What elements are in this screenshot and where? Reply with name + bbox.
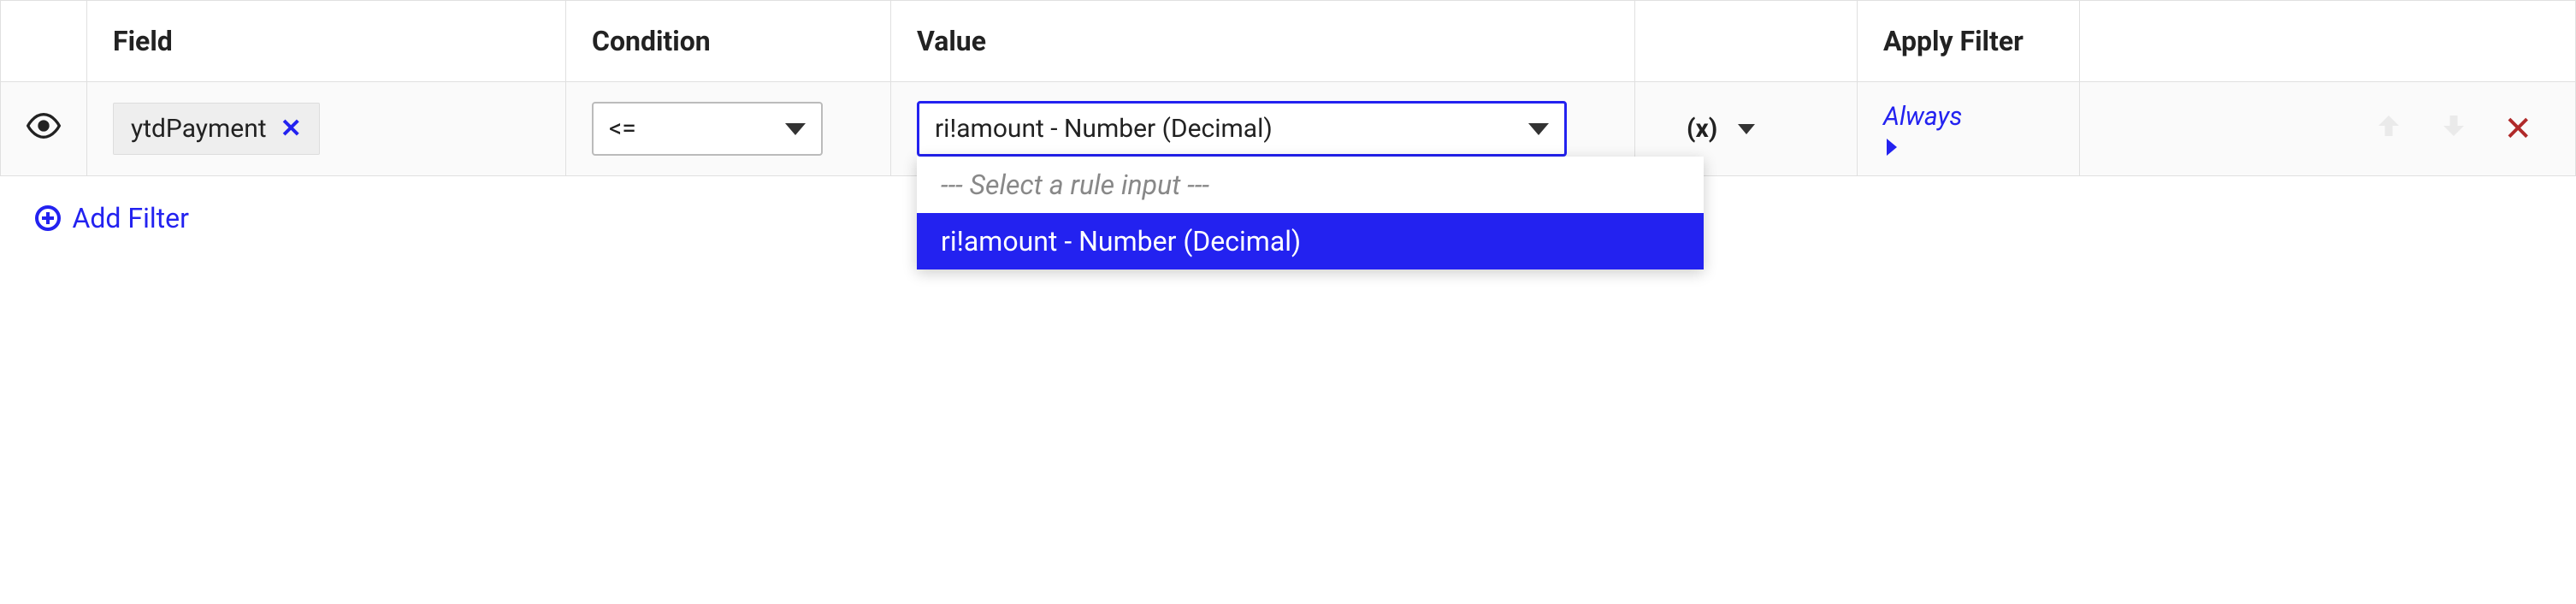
value-cell: ri!amount - Number (Decimal) --- Select … xyxy=(891,82,1635,176)
header-apply-filter: Apply Filter xyxy=(1858,1,2080,82)
header-condition: Condition xyxy=(566,1,891,82)
apply-filter-label: Always xyxy=(1883,102,2053,132)
add-filter-button[interactable]: Add Filter xyxy=(35,202,189,234)
expression-label: (x) xyxy=(1687,114,1717,144)
move-up-icon[interactable] xyxy=(2373,110,2404,147)
field-chip[interactable]: ytdPayment ✕ xyxy=(113,103,320,155)
value-dropdown: --- Select a rule input --- ri!amount - … xyxy=(917,157,1704,269)
expression-toggle[interactable]: (x) xyxy=(1687,114,1755,144)
visibility-cell xyxy=(1,82,87,176)
plus-circle-icon xyxy=(35,205,61,231)
header-row: Field Condition Value Apply Filter xyxy=(1,1,2576,82)
chevron-down-icon xyxy=(1738,124,1755,134)
add-filter-label: Add Filter xyxy=(73,202,189,234)
filter-row: ytdPayment ✕ <= ri!amount - Number (Deci… xyxy=(1,82,2576,176)
field-chip-remove-icon[interactable]: ✕ xyxy=(281,114,302,144)
value-select[interactable]: ri!amount - Number (Decimal) xyxy=(917,101,1567,157)
condition-select[interactable]: <= xyxy=(592,102,823,156)
value-selected: ri!amount - Number (Decimal) xyxy=(935,114,1273,144)
condition-value: <= xyxy=(609,114,636,144)
condition-cell: <= xyxy=(566,82,891,176)
actions-cell: ✕ xyxy=(2080,82,2576,176)
caret-right-icon xyxy=(1887,139,1897,156)
header-actions xyxy=(2080,1,2576,82)
dropdown-placeholder[interactable]: --- Select a rule input --- xyxy=(917,157,1704,213)
field-cell: ytdPayment ✕ xyxy=(87,82,566,176)
dropdown-option[interactable]: ri!amount - Number (Decimal) xyxy=(917,213,1704,269)
visibility-icon[interactable] xyxy=(27,109,61,143)
move-down-icon[interactable] xyxy=(2438,110,2469,147)
header-value: Value xyxy=(891,1,1635,82)
chevron-down-icon xyxy=(1528,123,1549,135)
apply-filter-cell: Always xyxy=(1858,82,2080,176)
delete-row-icon[interactable]: ✕ xyxy=(2503,109,2532,149)
apply-filter-link[interactable]: Always xyxy=(1883,102,2053,156)
header-field: Field xyxy=(87,1,566,82)
filters-table: Field Condition Value Apply Filter xyxy=(0,0,2576,263)
header-visibility xyxy=(1,1,87,82)
chevron-down-icon xyxy=(785,123,806,135)
field-chip-label: ytdPayment xyxy=(131,114,267,144)
header-expr xyxy=(1635,1,1858,82)
